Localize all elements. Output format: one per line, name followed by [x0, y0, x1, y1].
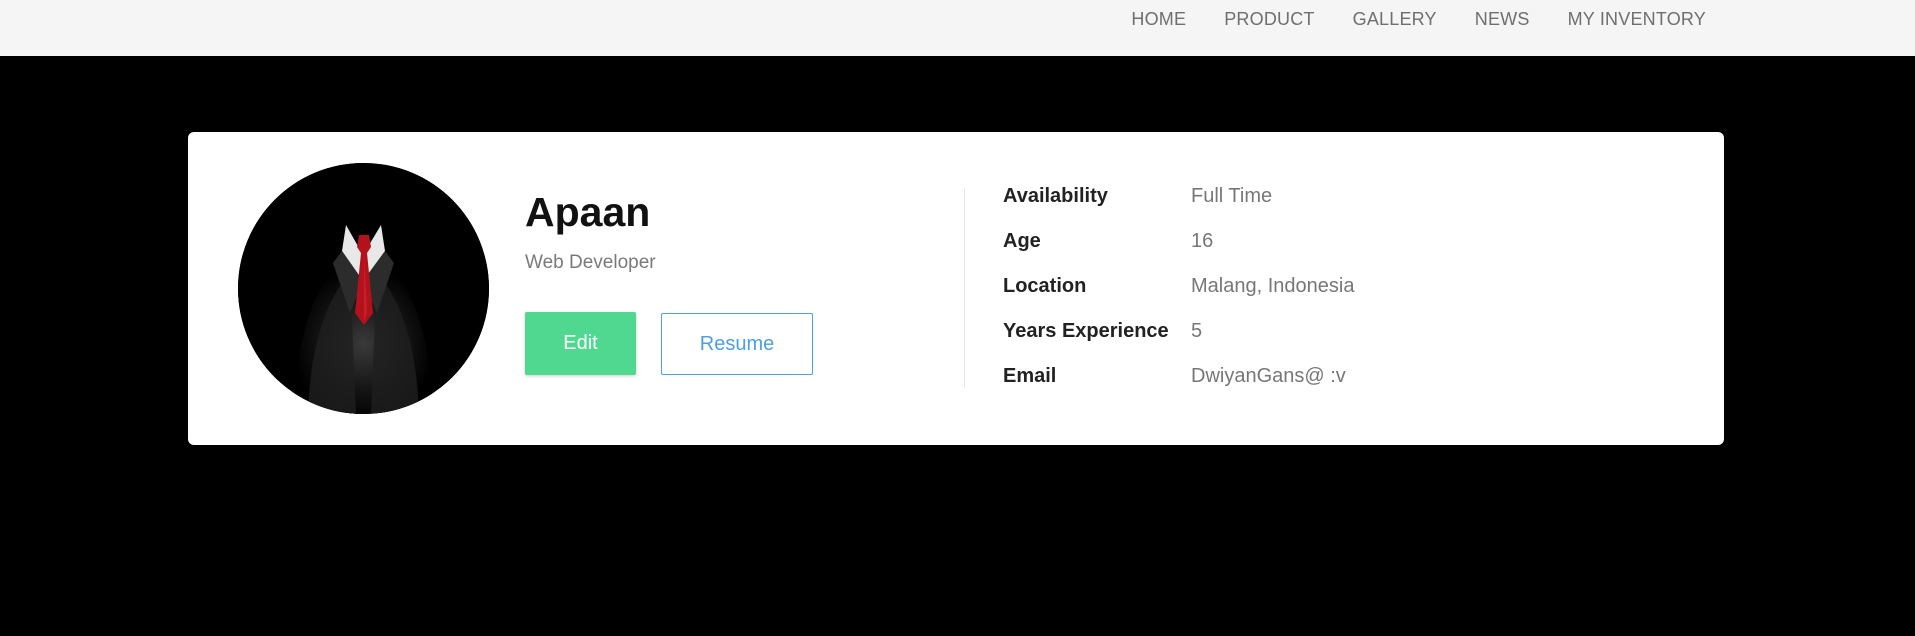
detail-row-location: Location Malang, Indonesia: [1003, 275, 1354, 320]
detail-value: 16: [1191, 230, 1214, 252]
detail-value: DwiyanGans@ :v: [1191, 365, 1346, 387]
detail-value: Full Time: [1191, 185, 1273, 207]
detail-row-years-experience: Years Experience 5: [1003, 320, 1354, 365]
edit-button[interactable]: Edit: [525, 312, 636, 375]
detail-key: Age: [1003, 230, 1041, 252]
detail-key: Availability: [1003, 185, 1108, 207]
nav-item-product[interactable]: PRODUCT: [1224, 9, 1314, 30]
detail-row-availability: Availability Full Time: [1003, 185, 1354, 230]
detail-row-age: Age 16: [1003, 230, 1354, 275]
detail-key: Years Experience: [1003, 320, 1169, 342]
profile-name: Apaan: [525, 189, 651, 235]
profile-role: Web Developer: [525, 252, 656, 273]
profile-card: Apaan Web Developer Edit Resume Availabi…: [188, 132, 1724, 445]
detail-value: Malang, Indonesia: [1191, 275, 1355, 297]
nav-item-home[interactable]: HOME: [1131, 9, 1186, 30]
nav-item-my-inventory[interactable]: MY INVENTORY: [1568, 9, 1706, 30]
detail-key: Email: [1003, 365, 1057, 387]
suit-person-avatar-icon: [238, 163, 489, 414]
resume-button[interactable]: Resume: [661, 313, 813, 375]
nav-menu: HOME PRODUCT GALLERY NEWS MY INVENTORY: [1131, 0, 1706, 38]
detail-row-email: Email DwiyanGans@ :v: [1003, 365, 1354, 410]
top-navbar: HOME PRODUCT GALLERY NEWS MY INVENTORY: [0, 0, 1915, 56]
avatar: [238, 163, 489, 414]
detail-key: Location: [1003, 275, 1087, 297]
nav-item-gallery[interactable]: GALLERY: [1353, 9, 1437, 30]
vertical-divider: [964, 188, 965, 388]
profile-details: Availability Full Time Age 16 Location M…: [1003, 185, 1354, 410]
detail-value: 5: [1191, 320, 1203, 342]
nav-item-news[interactable]: NEWS: [1475, 9, 1530, 30]
